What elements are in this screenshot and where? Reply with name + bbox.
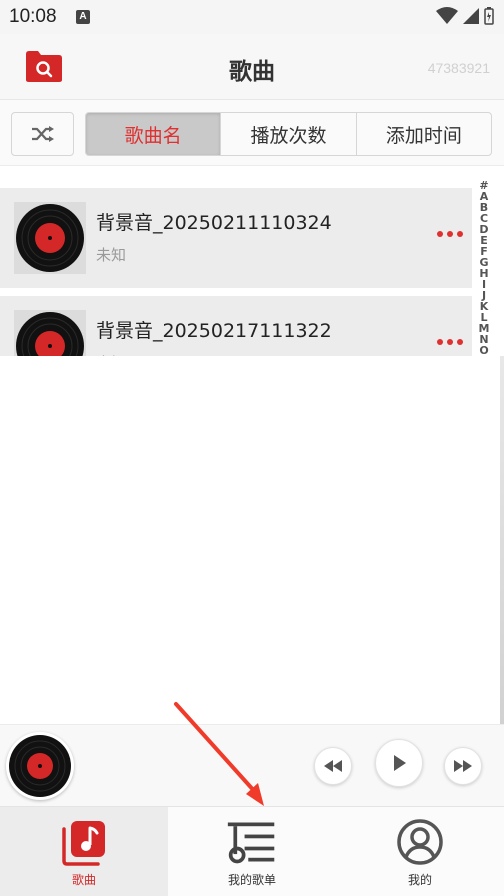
edge-strip <box>500 356 504 756</box>
song-list: 背景音_20250211110324 未知 背景音_20250217111322… <box>0 166 504 356</box>
signal-icon <box>463 8 479 24</box>
nav-label: 我的歌单 <box>227 873 276 887</box>
play-button[interactable] <box>375 739 423 787</box>
song-title: 背景音_20250211110324 <box>96 212 332 234</box>
song-list-item[interactable]: 背景音_20250217111322 未知 <box>0 296 472 356</box>
notification-a-icon: A <box>76 10 90 24</box>
next-button[interactable] <box>444 747 482 785</box>
status-bar: 10:08 A <box>0 0 504 34</box>
mini-player <box>0 724 504 806</box>
nav-songs[interactable]: 歌曲 <box>0 807 168 896</box>
profile-icon <box>394 817 446 867</box>
now-playing-cover[interactable] <box>6 732 74 800</box>
vinyl-record-icon <box>16 312 84 356</box>
shuffle-button[interactable] <box>11 112 74 156</box>
rewind-icon <box>324 760 342 772</box>
tab-song-name[interactable]: 歌曲名 <box>86 113 221 155</box>
sort-bar: 歌曲名 播放次数 添加时间 <box>0 100 504 166</box>
song-artist: 未知 <box>96 246 127 264</box>
song-cover <box>14 310 86 356</box>
nav-my-playlists[interactable]: 我的歌单 <box>168 807 336 896</box>
music-note-icon <box>58 817 110 867</box>
nav-me[interactable]: 我的 <box>336 807 504 896</box>
nav-label: 歌曲 <box>71 873 96 887</box>
app-header: 歌曲 47383921 <box>0 34 504 100</box>
status-time: 10:08 <box>9 6 57 27</box>
nav-label: 我的 <box>407 873 432 887</box>
user-id: 47383921 <box>427 60 490 76</box>
wifi-icon <box>436 7 458 24</box>
playlist-icon <box>226 817 278 867</box>
alphabet-index-bar[interactable]: #ABCDEFGHIJKLMNOPQRSTUVW <box>474 180 494 356</box>
more-options-button[interactable] <box>437 228 467 240</box>
bottom-navigation: 歌曲 我的歌单 我的 <box>0 806 504 896</box>
status-icons <box>436 7 494 25</box>
song-artist: 未知 <box>96 352 126 356</box>
song-title: 背景音_20250217111322 <box>96 320 332 342</box>
play-icon <box>394 755 406 771</box>
song-list-item[interactable]: 背景音_20250211110324 未知 <box>0 188 472 288</box>
battery-icon <box>484 7 494 25</box>
vinyl-record-icon <box>16 204 84 272</box>
song-cover <box>14 202 86 274</box>
more-options-button[interactable] <box>437 336 467 348</box>
tab-play-count[interactable]: 播放次数 <box>220 113 355 155</box>
vinyl-record-icon <box>9 735 71 797</box>
previous-button[interactable] <box>314 747 352 785</box>
sort-tabs: 歌曲名 播放次数 添加时间 <box>85 112 492 156</box>
fast-forward-icon <box>454 760 472 772</box>
tab-added-time[interactable]: 添加时间 <box>355 113 491 155</box>
shuffle-icon <box>31 126 54 142</box>
